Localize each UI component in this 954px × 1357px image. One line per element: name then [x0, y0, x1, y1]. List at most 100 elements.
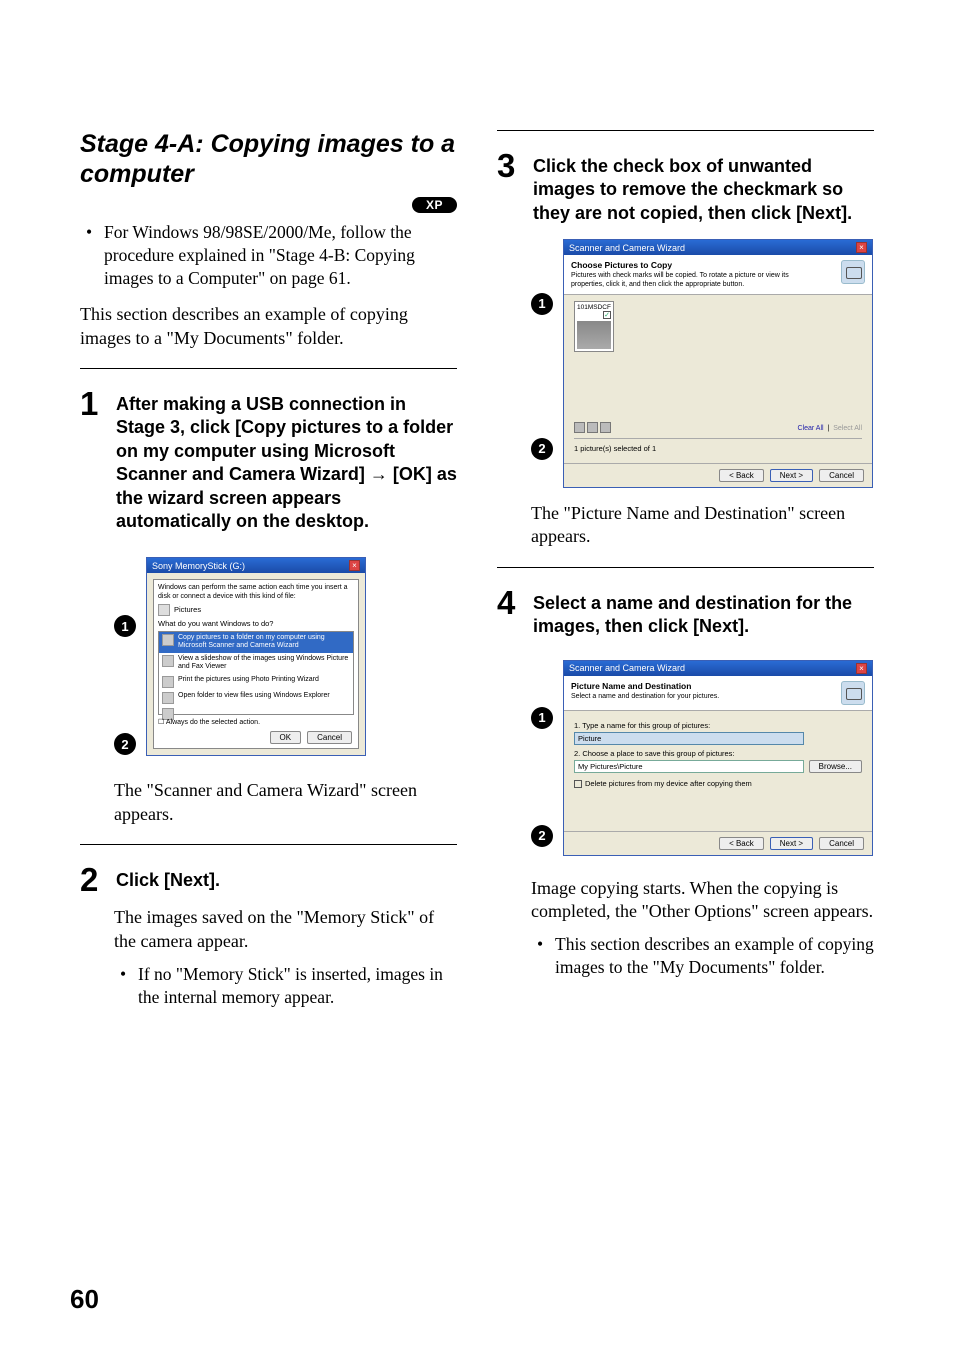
- pictures-label: Pictures: [174, 605, 201, 614]
- step-number: 2: [80, 863, 108, 896]
- back-button[interactable]: < Back: [719, 837, 764, 850]
- wizard-heading: Picture Name and Destination: [571, 681, 719, 691]
- step-1: 1 After making a USB connection in Stage…: [80, 387, 457, 533]
- dialog-titlebar: Scanner and Camera Wizard ×: [564, 661, 872, 676]
- wizard-subheading: Select a name and destination for your p…: [571, 693, 719, 701]
- thumb-image: [577, 321, 611, 349]
- opt4-text: Open folder to view files using Windows …: [178, 692, 330, 700]
- wizard-heading: Choose Pictures to Copy: [571, 260, 801, 270]
- print-icon: [162, 676, 174, 688]
- cancel-button[interactable]: Cancel: [819, 837, 864, 850]
- wizard-subheading: Pictures with check marks will be copied…: [571, 272, 801, 289]
- slideshow-icon: [162, 655, 174, 667]
- callout-2: 2: [114, 733, 136, 755]
- cancel-button[interactable]: Cancel: [307, 731, 352, 744]
- delete-label: Delete pictures from my device after cop…: [585, 779, 752, 788]
- rotate-right-icon[interactable]: [587, 422, 598, 433]
- action-print[interactable]: Print the pictures using Photo Printing …: [159, 674, 353, 690]
- step3-after: The "Picture Name and Destination" scree…: [531, 502, 874, 549]
- selection-status: 1 picture(s) selected of 1: [574, 442, 862, 455]
- action-slideshow[interactable]: View a slideshow of the images using Win…: [159, 653, 353, 674]
- step-text: Click [Next].: [116, 863, 220, 892]
- rotate-toolbar: [574, 422, 613, 435]
- opt1-text: Copy pictures to a folder on my computer…: [178, 634, 350, 651]
- step2-body: The images saved on the "Memory Stick" o…: [114, 906, 457, 953]
- dest-input[interactable]: [574, 760, 804, 773]
- callout-2: 2: [531, 438, 553, 460]
- wizard-header: Picture Name and Destination Select a na…: [564, 676, 872, 711]
- page-number: 60: [70, 1284, 99, 1315]
- rule: [497, 567, 874, 568]
- xp-badge: XP: [412, 197, 457, 213]
- step4-note-list: This section describes an example of cop…: [531, 933, 874, 979]
- rule: [80, 368, 457, 369]
- rotate-left-icon[interactable]: [574, 422, 585, 433]
- action-list: Copy pictures to a folder on my computer…: [158, 631, 354, 715]
- wizard-header: Choose Pictures to Copy Pictures with ch…: [564, 255, 872, 295]
- wizard-choose-screenshot-wrap: 1 2 Scanner and Camera Wizard × Choose P…: [531, 239, 874, 488]
- step-4: 4 Select a name and destination for the …: [497, 586, 874, 639]
- folder-icon: [162, 692, 174, 704]
- section-title: Stage 4-A: Copying images to a computer: [80, 130, 457, 189]
- rule: [80, 844, 457, 845]
- action-more[interactable]: [159, 706, 353, 714]
- callout-1: 1: [531, 293, 553, 315]
- wizard-body: 101MSDCF ✓ Clear All | Select All 1 pict…: [564, 295, 872, 463]
- step-text: Select a name and destination for the im…: [533, 586, 874, 639]
- arrow-icon: →: [370, 464, 388, 484]
- intro-paragraph: This section describes an example of cop…: [80, 303, 457, 350]
- step-number: 4: [497, 586, 525, 619]
- ok-button[interactable]: OK: [270, 731, 302, 744]
- checkbox-icon: [574, 780, 582, 788]
- step-3: 3 Click the check box of unwanted images…: [497, 149, 874, 225]
- os-note: For Windows 98/98SE/2000/Me, follow the …: [104, 221, 457, 289]
- dialog-title: Sony MemoryStick (G:): [152, 561, 245, 571]
- select-all-link[interactable]: Select All: [833, 425, 862, 432]
- picture-thumbnail[interactable]: 101MSDCF ✓: [574, 301, 614, 352]
- step4-body: Image copying starts. When the copying i…: [531, 877, 874, 924]
- thumb-checkbox[interactable]: ✓: [603, 311, 611, 319]
- always-checkbox-row[interactable]: ☐ Always do the selected action.: [158, 715, 354, 729]
- wizard-choose-dialog: Scanner and Camera Wizard × Choose Pictu…: [563, 239, 873, 488]
- delete-checkbox-row[interactable]: Delete pictures from my device after cop…: [574, 779, 862, 788]
- wizard-dest-screenshot-wrap: 1 2 Scanner and Camera Wizard × Picture …: [531, 653, 874, 863]
- cancel-button[interactable]: Cancel: [819, 469, 864, 482]
- close-icon[interactable]: ×: [856, 663, 867, 674]
- left-column: Stage 4-A: Copying images to a computer …: [80, 130, 457, 1022]
- clear-all-link[interactable]: Clear All: [798, 425, 824, 432]
- back-button[interactable]: < Back: [719, 469, 764, 482]
- action-open-folder[interactable]: Open folder to view files using Windows …: [159, 690, 353, 706]
- step1-after: The "Scanner and Camera Wizard" screen a…: [114, 779, 457, 826]
- close-icon[interactable]: ×: [349, 560, 360, 571]
- opt3-text: Print the pictures using Photo Printing …: [178, 676, 319, 684]
- wizard-icon: [841, 681, 865, 705]
- right-column: 3 Click the check box of unwanted images…: [497, 130, 874, 1022]
- step-text: After making a USB connection in Stage 3…: [116, 387, 457, 533]
- dialog-title: Scanner and Camera Wizard: [569, 663, 685, 673]
- close-icon[interactable]: ×: [856, 242, 867, 253]
- next-button[interactable]: Next >: [770, 837, 813, 850]
- autoplay-screenshot-wrap: 1 2 Sony MemoryStick (G:) × Windows can …: [114, 547, 457, 765]
- action-copy[interactable]: Copy pictures to a folder on my computer…: [159, 632, 353, 653]
- rule: [497, 130, 874, 131]
- opt2-text: View a slideshow of the images using Win…: [178, 655, 350, 672]
- dialog-title: Scanner and Camera Wizard: [569, 243, 685, 253]
- os-note-list: For Windows 98/98SE/2000/Me, follow the …: [80, 221, 457, 289]
- step2-note-list: If no "Memory Stick" is inserted, images…: [114, 963, 457, 1009]
- next-button[interactable]: Next >: [770, 469, 813, 482]
- step-number: 3: [497, 149, 525, 182]
- camera-icon: [162, 634, 174, 646]
- browse-button[interactable]: Browse...: [809, 760, 862, 773]
- pictures-icon: [158, 604, 170, 616]
- name-input[interactable]: [574, 732, 804, 745]
- autoplay-prompt: What do you want Windows to do?: [158, 619, 354, 628]
- step-text: Click the check box of unwanted images t…: [533, 149, 874, 225]
- step-number: 1: [80, 387, 108, 420]
- step4-bullet: This section describes an example of cop…: [555, 933, 874, 979]
- name-label: 1. Type a name for this group of picture…: [574, 721, 862, 730]
- properties-icon[interactable]: [600, 422, 611, 433]
- callout-1: 1: [531, 707, 553, 729]
- step2-bullet: If no "Memory Stick" is inserted, images…: [138, 963, 457, 1009]
- autoplay-intro: Windows can perform the same action each…: [158, 584, 354, 601]
- thumb-label: 101MSDCF: [577, 304, 611, 311]
